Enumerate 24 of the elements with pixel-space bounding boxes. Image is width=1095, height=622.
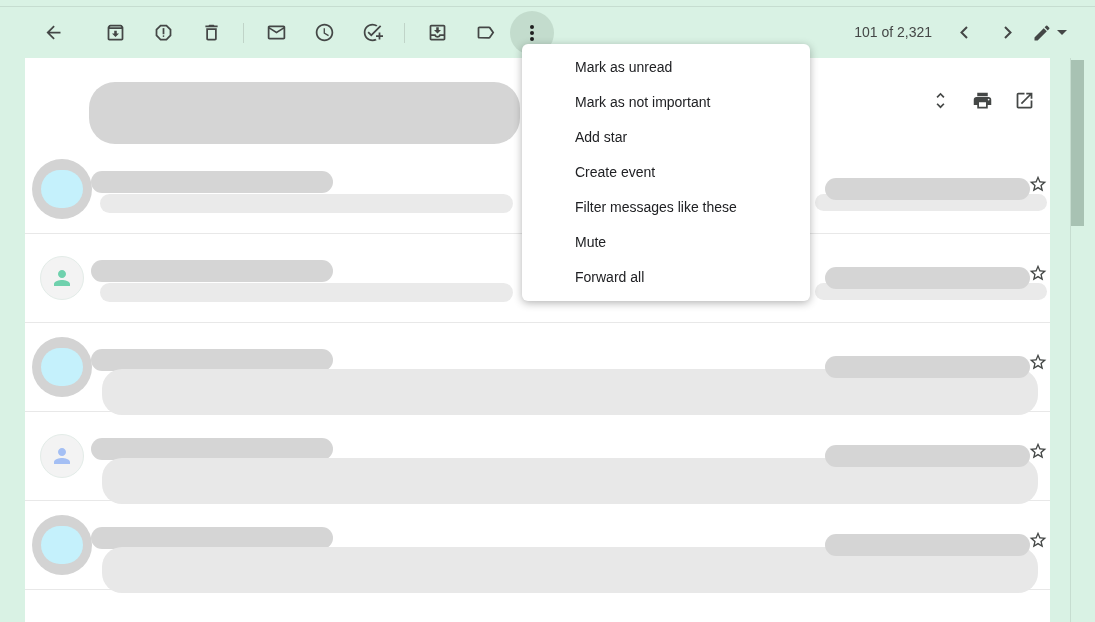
menu-item[interactable]: Mark as not important	[522, 85, 810, 120]
star-icon[interactable]	[1028, 174, 1048, 194]
chevron-right-icon	[1004, 26, 1012, 39]
menu-item[interactable]: Create event	[522, 155, 810, 190]
scrollbar[interactable]	[1070, 58, 1084, 622]
avatar	[32, 515, 92, 575]
check-plus-icon	[361, 22, 383, 43]
avatar	[32, 159, 92, 219]
menu-item[interactable]: Mute	[522, 225, 810, 260]
star-icon[interactable]	[1028, 352, 1048, 372]
menu-item[interactable]: Add star	[522, 120, 810, 155]
menu-item[interactable]: Forward all	[522, 260, 810, 295]
message-counter: 101 of 2,321	[854, 23, 932, 42]
chevron-left-icon	[960, 26, 968, 39]
star-icon[interactable]	[1028, 530, 1048, 550]
clock-icon	[313, 22, 335, 43]
avatar	[32, 337, 92, 397]
star-icon[interactable]	[1028, 441, 1048, 461]
menu-item[interactable]: Mark as unread	[522, 50, 810, 85]
menu-item[interactable]: Filter messages like these	[522, 190, 810, 225]
more-icon	[530, 24, 534, 41]
caret-icon	[1057, 30, 1067, 35]
pencil-icon	[1032, 22, 1052, 43]
star-icon[interactable]	[1028, 263, 1048, 283]
